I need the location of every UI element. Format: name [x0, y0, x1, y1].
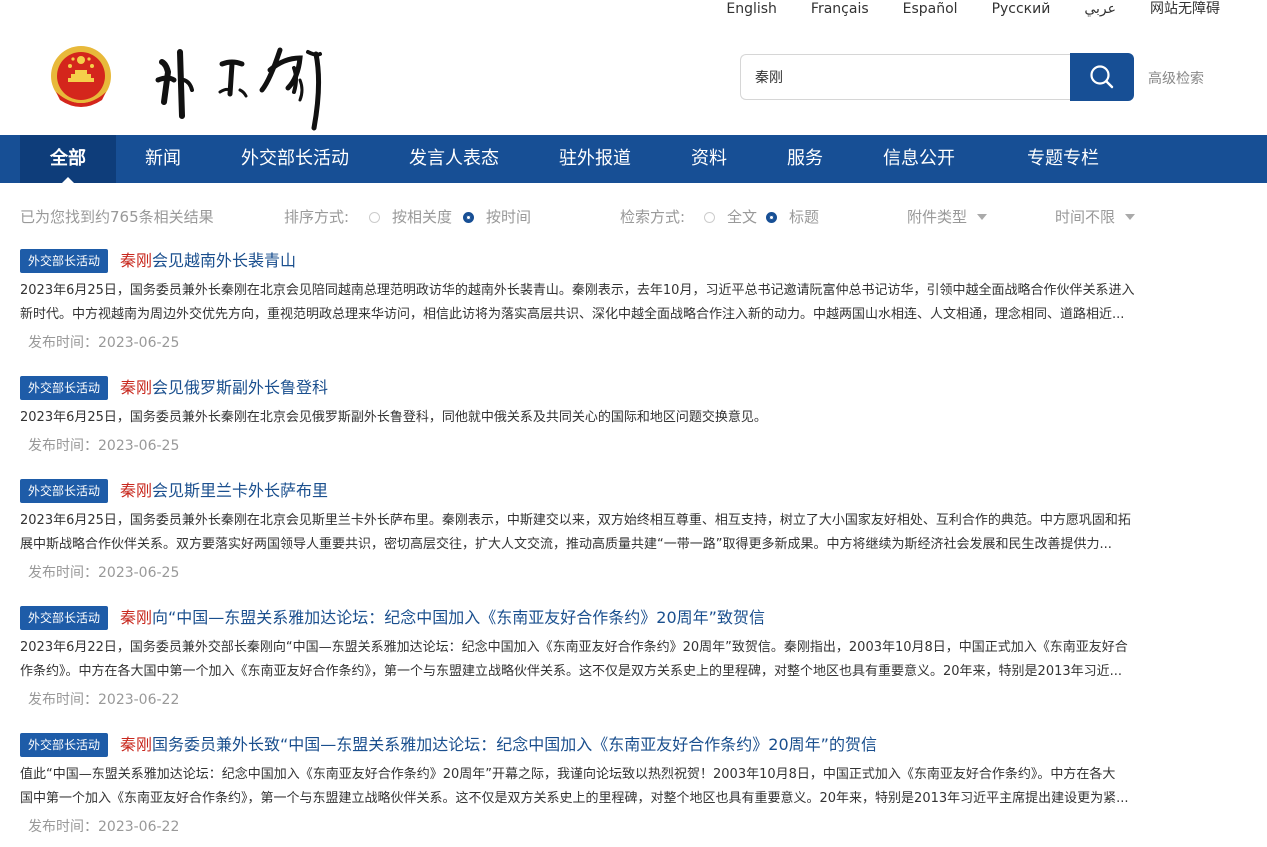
search-button[interactable] [1070, 53, 1134, 101]
publish-date: 发布时间：2023-06-22 [28, 819, 180, 835]
lang-arabic-link[interactable]: عربي [1084, 0, 1116, 22]
publish-date: 发布时间：2023-06-22 [28, 692, 180, 708]
radio-icon[interactable] [704, 212, 715, 223]
chevron-down-icon [1125, 214, 1136, 220]
tab-minister-activities[interactable]: 外交部长活动 [241, 135, 349, 183]
search-box [740, 53, 1134, 102]
sort-label: 排序方式: [284, 208, 350, 226]
category-badge[interactable]: 外交部长活动 [20, 606, 108, 630]
search-input[interactable] [740, 54, 1070, 100]
lang-spanish-link[interactable]: Español [903, 0, 958, 22]
tab-special-topics[interactable]: 专题专栏 [1027, 135, 1099, 183]
filter-bar: 已为您找到约765条相关结果 排序方式: 按相关度 按时间 检索方式: 全文 标… [0, 206, 1267, 230]
result-summary: 2023年6月25日，国务委员兼外长秦刚在北京会见陪同越南总理范明政访华的越南外… [20, 283, 1135, 322]
national-emblem-icon[interactable] [46, 40, 116, 114]
tab-news[interactable]: 新闻 [145, 135, 181, 183]
time-range-dropdown[interactable]: 时间不限 [1055, 206, 1136, 228]
category-badge[interactable]: 外交部长活动 [20, 479, 108, 503]
search-mode-fulltext[interactable]: 全文 [704, 206, 757, 228]
result-title-link[interactable]: 秦刚国务委员兼外长致“中国—东盟关系雅加达论坛：纪念中国加入《东南亚友好合作条约… [120, 733, 877, 757]
result-title-link[interactable]: 秦刚会见斯里兰卡外长萨布里 [120, 479, 328, 503]
tab-services[interactable]: 服务 [787, 135, 823, 183]
result-summary: 2023年6月25日，国务委员兼外长秦刚在北京会见斯里兰卡外长萨布里。秦刚表示，… [20, 513, 1131, 552]
publish-date: 发布时间：2023-06-25 [28, 335, 180, 351]
result-title-link[interactable]: 秦刚会见越南外长裴青山 [120, 249, 296, 273]
tab-all[interactable]: 全部 [20, 135, 116, 183]
result-title-link[interactable]: 秦刚向“中国—东盟关系雅加达论坛：纪念中国加入《东南亚友好合作条约》20周年”致… [120, 606, 765, 630]
radio-icon[interactable] [369, 212, 380, 223]
language-bar: English Français Español Русский عربي 网站… [726, 0, 1220, 22]
tab-info-disclosure[interactable]: 信息公开 [883, 135, 955, 183]
accessibility-link[interactable]: 网站无障碍 [1150, 0, 1220, 22]
lang-russian-link[interactable]: Русский [992, 0, 1051, 22]
search-mode-label: 检索方式: [620, 208, 686, 226]
tab-materials[interactable]: 资料 [691, 135, 727, 183]
lang-french-link[interactable]: Français [811, 0, 869, 22]
search-icon [1090, 65, 1114, 89]
tab-spokesperson[interactable]: 发言人表态 [409, 135, 499, 183]
sort-option-time[interactable]: 按时间 [463, 206, 531, 228]
advanced-search-link[interactable]: 高级检索 [1148, 68, 1204, 88]
tab-overseas-reports[interactable]: 驻外报道 [559, 135, 631, 183]
publish-date: 发布时间：2023-06-25 [28, 438, 180, 454]
result-summary: 2023年6月25日，国务委员兼外长秦刚在北京会见俄罗斯副外长鲁登科，同他就中俄… [20, 410, 767, 425]
result-count: 已为您找到约765条相关结果 [20, 208, 214, 226]
lang-english-link[interactable]: English [726, 0, 777, 22]
result-title-link[interactable]: 秦刚会见俄罗斯副外长鲁登科 [120, 376, 328, 400]
mfa-calligraphy-logo[interactable] [150, 40, 335, 132]
main-nav: 全部 新闻 外交部长活动 发言人表态 驻外报道 资料 服务 信息公开 专题专栏 [0, 135, 1267, 183]
radio-selected-icon[interactable] [766, 212, 777, 223]
attachment-type-dropdown[interactable]: 附件类型 [907, 206, 988, 228]
category-badge[interactable]: 外交部长活动 [20, 249, 108, 273]
result-summary: 2023年6月22日，国务委员兼外交部长秦刚向“中国—东盟关系雅加达论坛：纪念中… [20, 640, 1128, 679]
category-badge[interactable]: 外交部长活动 [20, 376, 108, 400]
sort-option-relevance[interactable]: 按相关度 [369, 206, 452, 228]
search-mode-title[interactable]: 标题 [766, 206, 819, 228]
chevron-down-icon [977, 214, 988, 220]
publish-date: 发布时间：2023-06-25 [28, 565, 180, 581]
result-summary: 值此“中国—东盟关系雅加达论坛：纪念中国加入《东南亚友好合作条约》20周年”开幕… [20, 767, 1129, 806]
category-badge[interactable]: 外交部长活动 [20, 733, 108, 757]
radio-selected-icon[interactable] [463, 212, 474, 223]
